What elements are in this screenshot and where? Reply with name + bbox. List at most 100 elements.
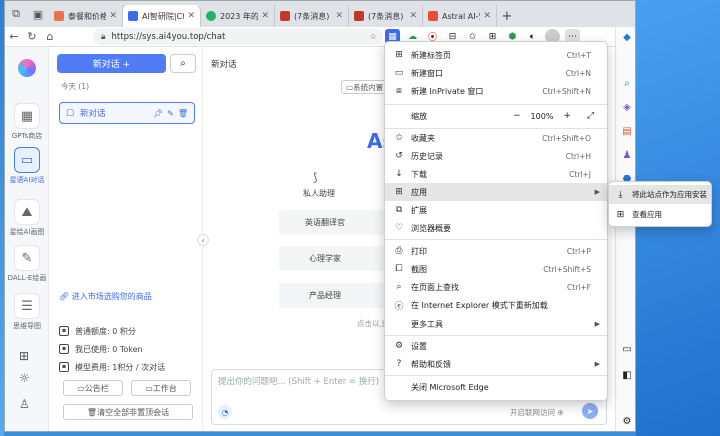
rail-gpts-store[interactable]: ▦ GPTs商店 [5, 103, 49, 141]
lock-icon[interactable]: 🔒︎ [101, 32, 106, 42]
zoom-out-button[interactable]: − [513, 111, 521, 121]
theme-sun-icon[interactable]: ☼ [19, 371, 30, 385]
workbench-button[interactable]: ▭ 工作台 [131, 380, 191, 396]
delete-icon[interactable]: 🗑︎ [178, 109, 188, 118]
tab-1-active[interactable]: AI智研院|Ch ✕ [123, 5, 201, 27]
search-icon[interactable]: ⌕ [170, 54, 196, 73]
prompt-chip[interactable]: 产品经理 [279, 283, 371, 308]
close-icon[interactable]: ✕ [109, 11, 117, 21]
rail-mindmap[interactable]: ☰ 思维导图 [5, 293, 49, 331]
close-icon[interactable]: ✕ [187, 11, 195, 21]
collapse-sidebar-icon[interactable]: ‹ [197, 234, 209, 246]
tab-2[interactable]: 2023 年的内✕ [201, 5, 275, 27]
clear-sessions-button[interactable]: 🗑︎ 清空全部非置顶会话 [63, 404, 193, 420]
chevron-right-icon: ▶ [594, 360, 600, 368]
prompt-icon[interactable]: ◔ [218, 405, 232, 419]
rail-chat[interactable]: ▭ 星语AI对话 [5, 147, 49, 185]
stat-model-cost: ▪ 模型费用: 1积分 / 次对话 [59, 358, 199, 376]
favorite-star-icon[interactable]: ☆ [369, 32, 377, 42]
rail-label: GPTs商店 [11, 132, 43, 140]
clear-label: 清空全部非置顶会话 [97, 407, 170, 417]
prompt-chip[interactable]: 心理学家 [279, 246, 371, 271]
send-icon[interactable]: ➤ [582, 403, 598, 419]
menu-browser-essentials[interactable]: ♡ 浏览器概要 [385, 219, 607, 237]
close-icon[interactable]: ✕ [335, 11, 343, 21]
menu-apps[interactable]: ⊞ 应用 ▶ [385, 183, 607, 201]
menu-ie-mode[interactable]: ⓔ 在 Internet Explorer 模式下重新加载 [385, 296, 607, 314]
zoom-level: 100% [530, 111, 554, 121]
user-add-icon[interactable]: ♙ [19, 397, 30, 411]
rail-dalle[interactable]: ✎ DALL-E绘画 [5, 245, 49, 283]
notice-button[interactable]: ▭ 公告栏 [63, 380, 123, 396]
tools-icon[interactable]: ▤ [619, 123, 635, 139]
menu-extensions[interactable]: ⧉ 扩展 [385, 201, 607, 219]
tab-favicon-icon [54, 11, 64, 21]
back-icon[interactable]: ← [5, 30, 23, 43]
edit-icon[interactable]: ✎ [167, 109, 174, 118]
menu-close-edge[interactable]: 关闭 Microsoft Edge [385, 378, 607, 396]
chevron-right-icon: ▶ [594, 320, 600, 328]
tab-0[interactable]: 泰餐和价格 |✕ [49, 5, 123, 27]
conversation-item[interactable]: ▢ 新对话 📌︎ ✎ 🗑︎ [59, 102, 195, 124]
shopping-icon[interactable]: ◈ [619, 99, 635, 115]
menu-favorites[interactable]: ✩ 收藏夹 Ctrl+Shift+O [385, 129, 607, 147]
tab-actions-icon[interactable]: ▣ [27, 3, 49, 25]
menu-shortcut: Ctrl+P [566, 246, 591, 256]
tab-label: AI智研院|Ch [142, 11, 185, 21]
prompt-chip[interactable]: 英语翻译官 [279, 210, 371, 235]
copilot-icon[interactable]: ◆ [619, 29, 635, 45]
rail-label: 思维导图 [13, 322, 41, 330]
rail-draw[interactable]: ⛰ 星绘AI画图 [5, 199, 49, 237]
menu-new-window[interactable]: ▭ 新建窗口 Ctrl+N [385, 64, 607, 82]
pin-icon[interactable]: 📌︎ [153, 109, 163, 118]
gift-icon[interactable]: ⊞ [19, 349, 29, 363]
search-icon[interactable]: ⌕ [619, 75, 635, 91]
zoom-in-button[interactable]: + [563, 111, 571, 121]
market-link[interactable]: 🔗︎ 进入市场选购您的商品 [59, 291, 152, 302]
tab-3[interactable]: (7条消息) 13✕ [275, 5, 349, 27]
screen-icon[interactable]: ▭ [619, 341, 635, 357]
tab-5[interactable]: Astral AI-安✕ [423, 5, 497, 27]
rail-label: 星语AI对话 [9, 176, 45, 184]
home-icon[interactable]: ⌂ [41, 30, 59, 43]
install-site-as-app[interactable]: ⤓ 将此站点作为应用安装 [609, 185, 711, 204]
menu-label: 缩放 [411, 111, 427, 121]
view-apps[interactable]: ⊞ 查看应用 [609, 205, 711, 224]
games-icon[interactable]: ♟ [619, 147, 635, 163]
menu-inprivate[interactable]: ⧈ 新建 InPrivate 窗口 Ctrl+Shift+N [385, 82, 607, 100]
assistant-icon: ⟆ [313, 171, 318, 184]
close-icon[interactable]: ✕ [483, 11, 491, 21]
fullscreen-icon[interactable]: ⤢ [587, 111, 594, 121]
tab-label: 泰餐和价格 | [68, 11, 107, 21]
system-builtin-button[interactable]: ▭ 系统内置 [341, 80, 389, 94]
tab-4[interactable]: (7条消息) 13✕ [349, 5, 423, 27]
menu-print[interactable]: ⎙ 打印 Ctrl+P [385, 242, 607, 260]
address-bar[interactable]: 🔒︎ https://sys.ai4you.top/chat ☆ [93, 28, 383, 45]
conversation-actions: 📌︎ ✎ 🗑︎ [153, 109, 188, 118]
menu-new-tab[interactable]: ⊞ 新建标签页 Ctrl+T [385, 46, 607, 64]
chat-icon: ▭ [14, 147, 40, 173]
new-tab-button[interactable]: + [497, 5, 517, 27]
close-icon[interactable]: ✕ [261, 11, 269, 21]
menu-separator [385, 239, 607, 240]
menu-downloads[interactable]: ↓ 下载 Ctrl+J [385, 165, 607, 183]
sidebar-toggle-icon[interactable]: ◧ [619, 367, 635, 383]
settings-icon[interactable]: ⚙ [619, 413, 635, 429]
menu-history[interactable]: ↺ 历史记录 Ctrl+H [385, 147, 607, 165]
menu-screenshot[interactable]: ⧠ 截图 Ctrl+Shift+S [385, 260, 607, 278]
history-icon: ↺ [395, 151, 403, 161]
menu-label: 新建窗口 [411, 68, 443, 78]
menu-help[interactable]: ? 帮助和反馈 ▶ [385, 355, 607, 373]
refresh-icon[interactable]: ↻ [23, 30, 41, 43]
new-chat-button[interactable]: 新对话 + [57, 54, 166, 73]
workspaces-icon[interactable]: ⧉ [5, 3, 27, 25]
close-icon[interactable]: ✕ [409, 11, 417, 21]
web-access-toggle[interactable]: 开启联网访问 ⊕ [510, 407, 564, 418]
menu-settings[interactable]: ⚙ 设置 [385, 337, 607, 355]
menu-find[interactable]: ⌕ 在页面上查找 Ctrl+F [385, 278, 607, 296]
menu-label: 应用 [411, 187, 427, 197]
zoom-controls: − 100% + ⤢ [513, 111, 594, 121]
menu-separator [385, 375, 607, 376]
menu-label: 历史记录 [411, 151, 443, 161]
menu-more-tools[interactable]: 更多工具 ▶ [385, 315, 607, 333]
